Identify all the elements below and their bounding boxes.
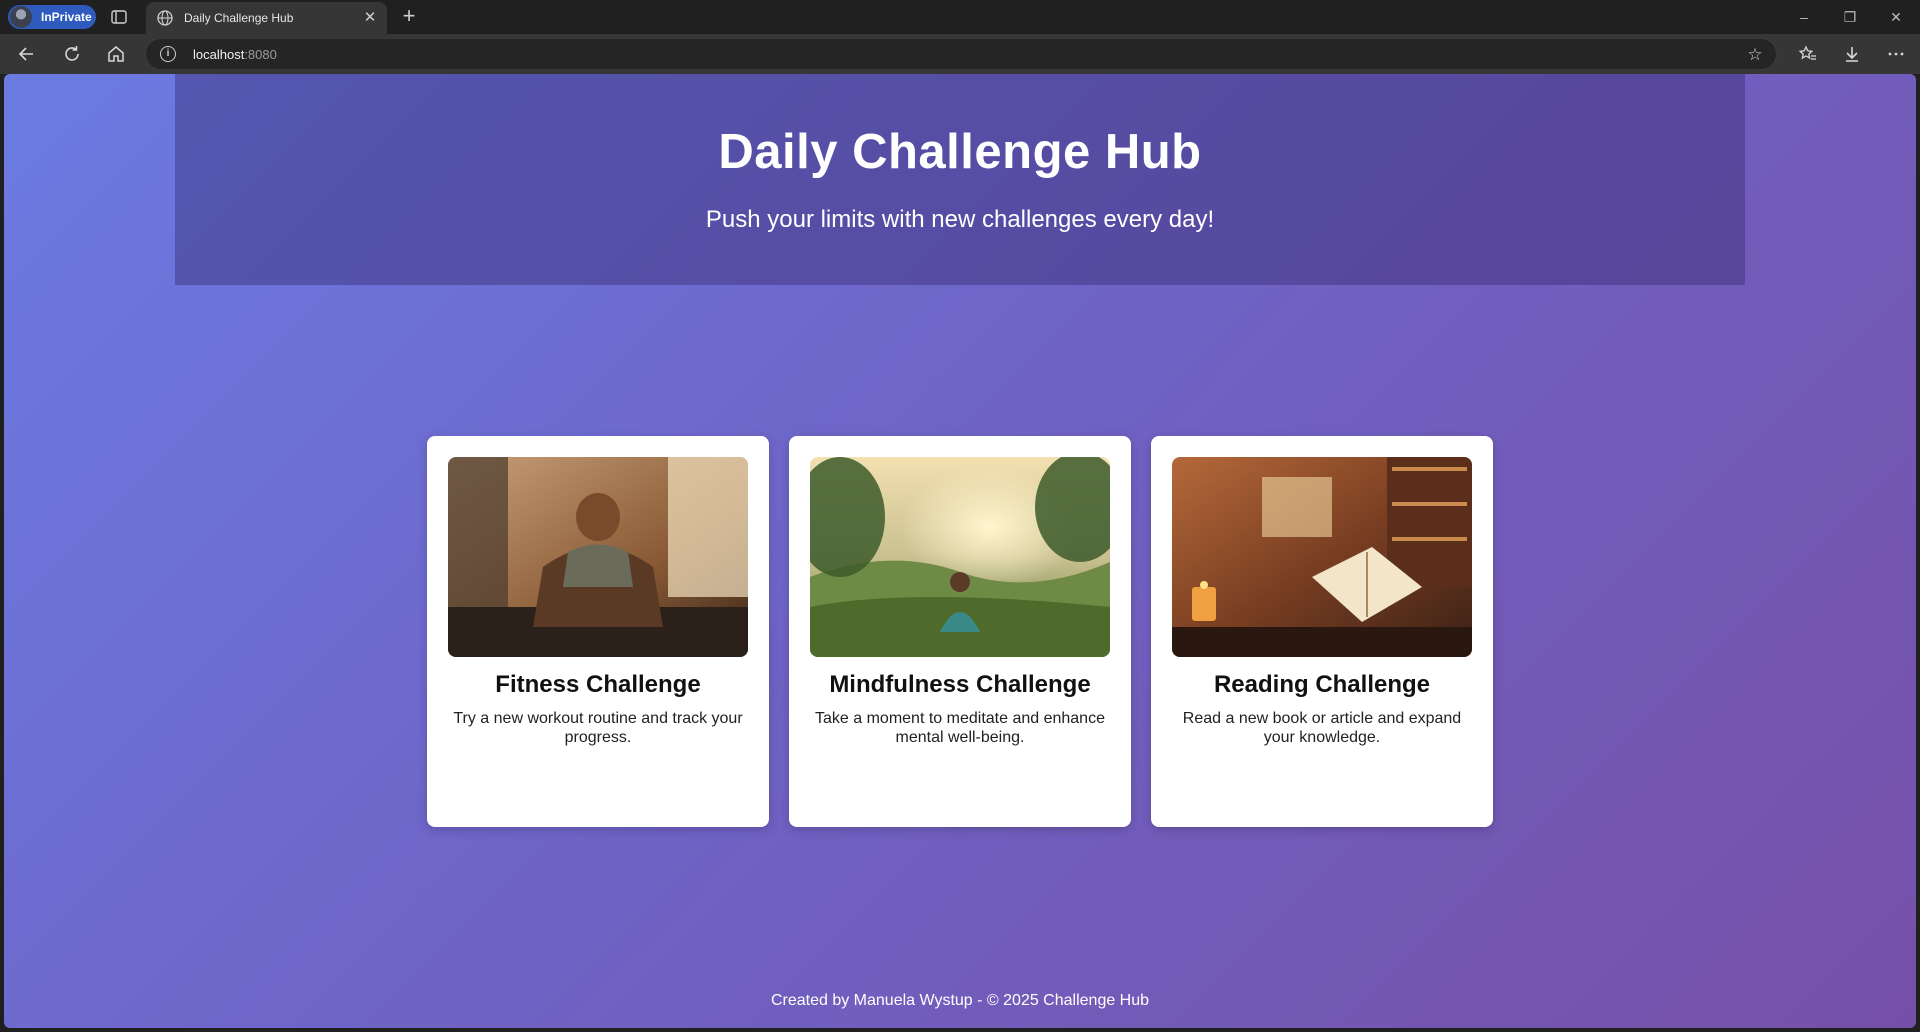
browser-titlebar: InPrivate Daily Challenge Hub ✕ + – ❐ ✕ [0, 0, 1920, 34]
address-bar[interactable]: i localhost:8080 ☆ [145, 38, 1777, 70]
card-description: Take a moment to meditate and enhance me… [815, 710, 1105, 746]
downloads-icon[interactable] [1840, 42, 1864, 66]
inprivate-badge[interactable]: InPrivate [8, 5, 96, 29]
url-port: :8080 [244, 47, 277, 62]
profile-avatar-icon [10, 6, 32, 28]
page-footer: Created by Manuela Wystup - © 2025 Chall… [770, 992, 1150, 1009]
tab-actions-icon[interactable] [110, 8, 128, 26]
page-title: Daily Challenge Hub [718, 125, 1202, 179]
hero-header: Daily Challenge Hub Push your limits wit… [175, 74, 1745, 285]
card-title: Mindfulness Challenge [829, 671, 1091, 698]
card-description: Try a new workout routine and track your… [453, 710, 743, 746]
card-title: Fitness Challenge [495, 671, 701, 698]
challenge-card-mindfulness[interactable]: Mindfulness Challenge Take a moment to m… [789, 436, 1131, 827]
new-tab-plus-icon[interactable]: + [398, 5, 420, 28]
url-text: localhost:8080 [193, 47, 277, 62]
fitness-image [448, 457, 748, 657]
site-info-icon[interactable]: i [160, 46, 176, 62]
inprivate-label: InPrivate [41, 10, 92, 24]
restore-icon[interactable]: ❐ [1839, 6, 1861, 28]
favorite-star-icon[interactable]: ☆ [1744, 44, 1766, 66]
url-host: localhost [193, 47, 245, 62]
home-icon[interactable] [104, 42, 128, 66]
more-menu-icon[interactable] [1884, 42, 1908, 66]
page-viewport: Daily Challenge Hub Push your limits wit… [4, 74, 1916, 1028]
page-subtitle: Push your limits with new challenges eve… [705, 206, 1215, 233]
close-window-icon[interactable]: ✕ [1885, 6, 1907, 28]
back-arrow-icon[interactable] [15, 42, 39, 66]
challenge-card-reading[interactable]: Reading Challenge Read a new book or art… [1151, 436, 1493, 827]
close-tab-icon[interactable]: ✕ [361, 9, 379, 27]
tab-title: Daily Challenge Hub [184, 11, 294, 25]
challenge-cards: Fitness Challenge Try a new workout rout… [427, 436, 1493, 827]
globe-icon [156, 9, 174, 27]
challenge-card-fitness[interactable]: Fitness Challenge Try a new workout rout… [427, 436, 769, 827]
favorites-icon[interactable] [1796, 42, 1820, 66]
minimize-icon[interactable]: – [1793, 6, 1815, 28]
reading-image [1172, 457, 1472, 657]
card-title: Reading Challenge [1213, 671, 1431, 698]
mindfulness-image [810, 457, 1110, 657]
browser-toolbar: i localhost:8080 ☆ [0, 34, 1920, 74]
card-description: Read a new book or article and expand yo… [1182, 710, 1462, 746]
tab-daily-challenge-hub[interactable]: Daily Challenge Hub ✕ [146, 2, 387, 34]
refresh-icon[interactable] [60, 42, 84, 66]
